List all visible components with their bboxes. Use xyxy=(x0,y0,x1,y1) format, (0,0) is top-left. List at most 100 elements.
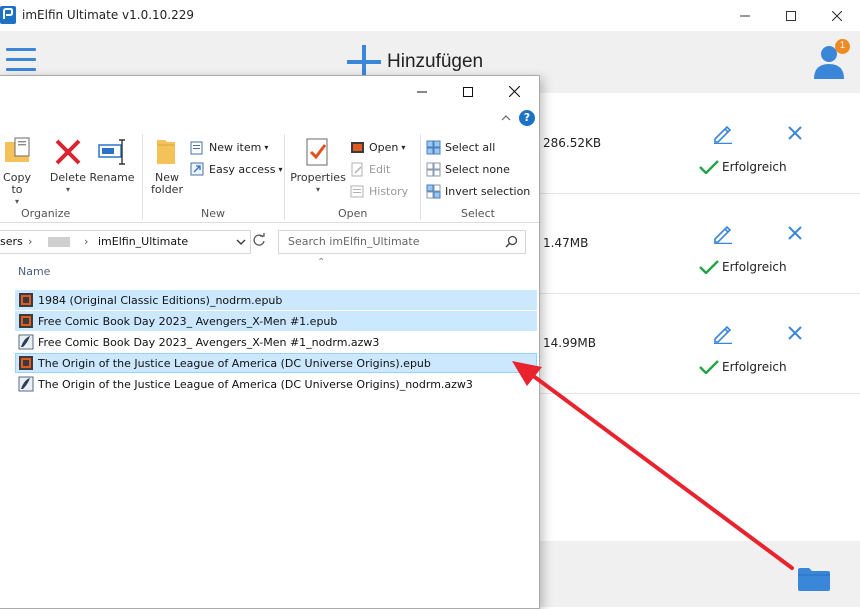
open-button[interactable]: Open ▾ xyxy=(350,140,405,155)
epub-file-icon xyxy=(19,356,33,370)
edit-doc-icon xyxy=(351,162,363,177)
edit-icon[interactable] xyxy=(712,222,734,244)
history-button[interactable]: History xyxy=(350,184,408,199)
check-icon xyxy=(699,360,719,374)
rename-label: Rename xyxy=(89,171,135,184)
file-row[interactable]: The Origin of the Justice League of Amer… xyxy=(15,353,537,373)
properties-icon xyxy=(306,138,328,166)
file-row[interactable]: Free Comic Book Day 2023_ Avengers_X-Men… xyxy=(15,311,537,331)
open-icon xyxy=(351,142,364,153)
close-button[interactable] xyxy=(814,0,860,31)
dropdown-arrow-icon: ▾ xyxy=(278,165,283,174)
sort-ascending-icon: ⌃ xyxy=(317,257,326,268)
dropdown-arrow-icon: ▾ xyxy=(315,185,320,194)
new-item-icon xyxy=(190,141,203,155)
copy-to-icon xyxy=(5,137,30,162)
dropdown-arrow-icon: ▾ xyxy=(401,143,406,152)
explorer-maximize-button[interactable] xyxy=(445,76,491,107)
breadcrumb-redacted-segment xyxy=(48,237,70,247)
rename-button[interactable]: Rename xyxy=(89,136,135,184)
copy-to-button[interactable]: Copy to ▾ xyxy=(2,136,32,208)
file-size: 14.99MB xyxy=(543,336,596,350)
select-all-button[interactable]: Select all xyxy=(426,140,495,155)
file-explorer-dialog: ? Copy to ▾ Delete ▾ Rename Organize New… xyxy=(0,75,540,609)
easy-access-button[interactable]: Easy access ▾ xyxy=(190,162,283,177)
group-label-select: Select xyxy=(461,207,495,220)
rename-icon xyxy=(98,139,125,165)
file-row[interactable]: The Origin of the Justice League of Amer… xyxy=(15,374,537,394)
close-icon xyxy=(832,10,842,21)
delete-icon[interactable] xyxy=(787,225,803,241)
bottom-bar xyxy=(540,541,860,607)
new-folder-button[interactable]: New folder xyxy=(149,136,185,196)
dropdown-arrow-icon: ▾ xyxy=(14,197,19,206)
delete-label: Delete xyxy=(49,171,87,184)
select-none-label: Select none xyxy=(445,163,510,176)
address-bar[interactable]: sers › › imElfin_Ultimate xyxy=(0,230,251,254)
edit-icon[interactable] xyxy=(712,322,734,344)
explorer-minimize-button[interactable] xyxy=(399,76,445,107)
file-row[interactable]: 1984 (Original Classic Editions)_nodrm.e… xyxy=(15,290,537,310)
maximize-icon xyxy=(463,86,473,97)
properties-label: Properties xyxy=(290,171,346,184)
delete-button[interactable]: Delete ▾ xyxy=(50,136,86,196)
notification-badge: 1 xyxy=(835,39,850,54)
column-header-name[interactable]: Name xyxy=(18,265,50,278)
minimize-icon xyxy=(740,15,750,16)
minimize-button[interactable] xyxy=(722,0,768,31)
file-row[interactable]: Free Comic Book Day 2023_ Avengers_X-Men… xyxy=(15,332,537,352)
ribbon: Copy to ▾ Delete ▾ Rename Organize New f… xyxy=(0,130,539,223)
breadcrumb-chevron-icon: › xyxy=(28,235,33,248)
history-label: History xyxy=(369,185,409,198)
menu-button[interactable] xyxy=(6,48,36,72)
select-none-button[interactable]: Select none xyxy=(426,162,510,177)
minimize-icon xyxy=(417,91,427,92)
group-label-organize: Organize xyxy=(21,207,71,220)
group-label-open: Open xyxy=(338,207,368,220)
breadcrumb-chevron-icon: › xyxy=(84,235,89,248)
check-icon xyxy=(699,260,719,274)
refresh-icon[interactable] xyxy=(252,233,266,247)
breadcrumb-segment[interactable]: sers xyxy=(0,235,23,248)
properties-button[interactable]: Properties ▾ xyxy=(290,136,346,196)
status-success: Erfolgreich xyxy=(699,360,787,374)
status-success: Erfolgreich xyxy=(699,260,787,274)
epub-file-icon xyxy=(19,293,33,307)
status-label: Erfolgreich xyxy=(722,260,787,274)
new-folder-label: New folder xyxy=(151,171,183,196)
explorer-close-button[interactable] xyxy=(491,76,537,107)
dropdown-arrow-icon: ▾ xyxy=(65,185,70,194)
edit-button[interactable]: Edit xyxy=(350,162,390,177)
file-size: 1.47MB xyxy=(543,236,589,250)
delete-icon[interactable] xyxy=(787,325,803,341)
invert-selection-icon xyxy=(426,184,441,199)
search-icon[interactable] xyxy=(505,235,518,248)
address-dropdown-icon[interactable] xyxy=(236,239,246,246)
delete-icon[interactable] xyxy=(787,125,803,141)
breadcrumb-current-folder[interactable]: imElfin_Ultimate xyxy=(98,235,188,248)
delete-x-icon xyxy=(55,139,81,165)
edit-icon[interactable] xyxy=(712,122,734,144)
user-account-button[interactable]: 1 xyxy=(812,39,850,79)
collapse-ribbon-icon[interactable] xyxy=(501,114,511,122)
maximize-button[interactable] xyxy=(768,0,814,31)
ribbon-separator xyxy=(284,134,285,220)
close-icon xyxy=(508,86,520,97)
new-folder-icon xyxy=(157,140,175,164)
hamburger-icon xyxy=(6,48,36,51)
group-label-new: New xyxy=(201,207,225,220)
help-icon[interactable]: ? xyxy=(519,110,535,126)
folder-icon[interactable] xyxy=(798,567,830,591)
azw3-file-icon xyxy=(18,376,34,392)
add-button-label: Hinzufügen xyxy=(387,51,484,72)
search-input[interactable]: Search imElfin_Ultimate xyxy=(278,230,526,254)
hamburger-line xyxy=(6,68,36,71)
new-item-button[interactable]: New item ▾ xyxy=(190,140,268,155)
invert-selection-button[interactable]: Invert selection xyxy=(426,184,530,199)
file-name: The Origin of the Justice League of Amer… xyxy=(38,377,473,391)
check-icon xyxy=(699,160,719,174)
status-label: Erfolgreich xyxy=(722,360,787,374)
file-name: 1984 (Original Classic Editions)_nodrm.e… xyxy=(38,293,283,307)
select-all-icon xyxy=(426,140,441,155)
edit-label: Edit xyxy=(369,163,391,176)
